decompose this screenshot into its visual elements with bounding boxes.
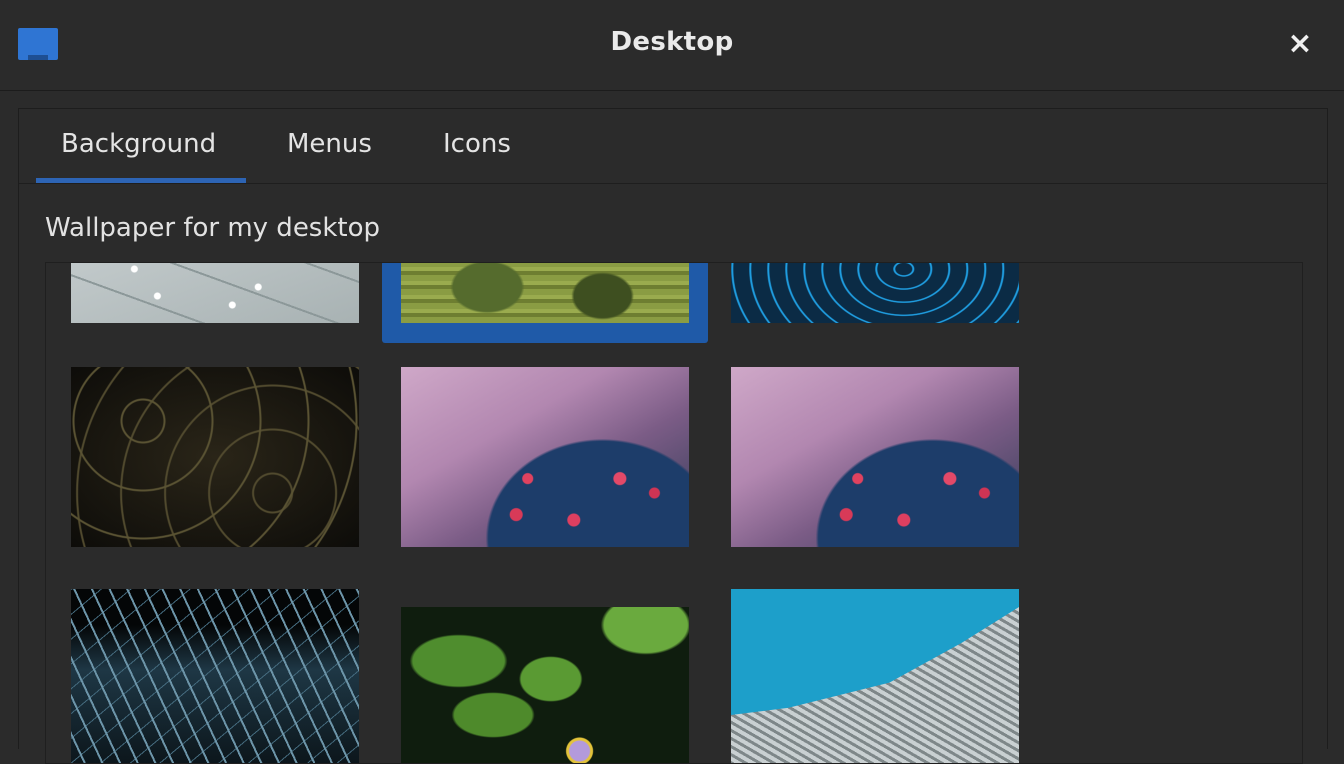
wallpaper-thumb-dark-floral[interactable] — [71, 367, 359, 547]
window-title: Desktop — [610, 27, 734, 57]
tab-background[interactable]: Background — [36, 129, 246, 183]
title-bar: Desktop × — [0, 0, 1344, 91]
settings-panel: Background Menus Icons Wallpaper for my … — [18, 108, 1328, 764]
close-button[interactable]: × — [1284, 24, 1316, 64]
wallpaper-thumb-water-lily[interactable] — [401, 607, 689, 763]
tab-bar: Background Menus Icons — [19, 109, 1327, 184]
tab-icons[interactable]: Icons — [418, 129, 536, 183]
wallpaper-thumb-pink-flowers-2[interactable] — [731, 367, 1019, 547]
wallpaper-thumb-ceiling-lights[interactable] — [71, 263, 359, 323]
wallpaper-thumb-green-moss[interactable] — [401, 263, 689, 323]
wallpaper-gallery[interactable] — [45, 262, 1303, 764]
wallpaper-section-label: Wallpaper for my desktop — [45, 213, 381, 243]
wallpaper-thumb-ice-crystals[interactable] — [71, 589, 359, 763]
tab-menus[interactable]: Menus — [262, 129, 397, 183]
wallpaper-thumb-pink-flowers[interactable] — [401, 367, 689, 547]
wallpaper-thumb-curved-building[interactable] — [731, 589, 1019, 763]
wallpaper-thumb-blue-swirl[interactable] — [731, 263, 1019, 323]
